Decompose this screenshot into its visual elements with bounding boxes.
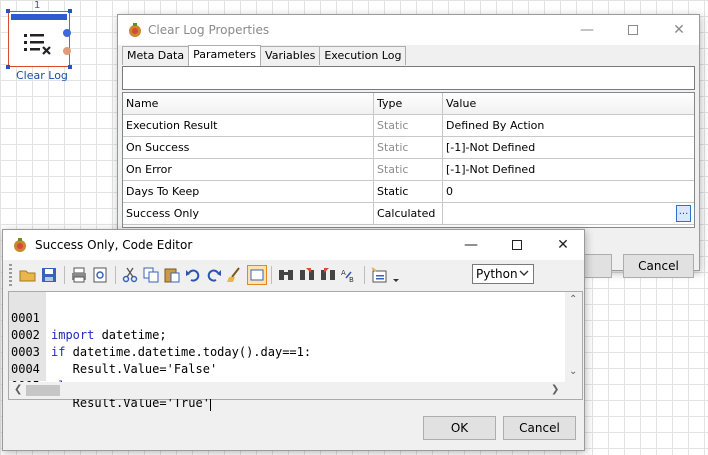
- tab-execution-log[interactable]: Execution Log: [319, 46, 407, 65]
- column-header-type[interactable]: Type: [374, 93, 443, 114]
- replace-icon[interactable]: AB: [340, 266, 358, 284]
- clear-list-icon: [24, 34, 51, 55]
- toolbar-separator: [64, 266, 65, 284]
- tab-strip: Meta Data Parameters Variables Execution…: [122, 45, 407, 66]
- ok-button[interactable]: OK: [423, 416, 496, 440]
- param-value[interactable]: 0: [443, 181, 694, 202]
- param-type: Static: [374, 115, 443, 136]
- find-next-icon[interactable]: [298, 266, 316, 284]
- editor-cancel-button[interactable]: Cancel: [503, 416, 576, 440]
- paste-icon[interactable]: [163, 266, 181, 284]
- cut-icon[interactable]: [121, 266, 139, 284]
- param-name: On Success: [123, 137, 374, 158]
- close-button[interactable]: ✕: [540, 230, 586, 260]
- param-value[interactable]: [-1]-Not Defined: [443, 137, 694, 158]
- properties-cancel-button[interactable]: Cancel: [623, 254, 694, 278]
- open-folder-icon[interactable]: [19, 266, 37, 284]
- param-value[interactable]: [443, 203, 694, 224]
- save-icon[interactable]: [40, 266, 58, 284]
- resize-handle-bl[interactable]: [6, 65, 10, 69]
- code-line[interactable]: 0001 import datetime;: [9, 293, 564, 342]
- minimize-button[interactable]: —: [448, 230, 494, 260]
- toolbar-separator: [271, 266, 272, 284]
- node-header-bar: [11, 14, 67, 20]
- table-row[interactable]: Execution Result Static Defined By Actio…: [123, 115, 694, 137]
- param-name: Execution Result: [123, 115, 374, 136]
- svg-text:B: B: [349, 276, 354, 284]
- undo-icon[interactable]: [184, 266, 202, 284]
- parameters-grid: Name Type Value Execution Result Static …: [122, 92, 695, 228]
- tab-meta-data[interactable]: Meta Data: [122, 46, 190, 65]
- more-icon[interactable]: [391, 266, 401, 284]
- horizontal-scroll-thumb[interactable]: [26, 385, 60, 396]
- resize-handle-tl[interactable]: [6, 9, 10, 13]
- node-label: Clear Log: [16, 69, 68, 82]
- column-header-value[interactable]: Value: [443, 93, 694, 114]
- param-type: Static: [374, 181, 443, 202]
- table-row[interactable]: On Error Static [-1]-Not Defined: [123, 159, 694, 181]
- tab-parameters[interactable]: Parameters: [188, 45, 262, 66]
- vertical-scrollbar[interactable]: ⌃ ⌄: [565, 292, 582, 382]
- clear-log-node[interactable]: [8, 11, 71, 67]
- table-row[interactable]: Days To Keep Static 0: [123, 181, 694, 203]
- param-type: Calculated: [374, 203, 443, 224]
- redo-icon[interactable]: [205, 266, 223, 284]
- param-name: Success Only: [123, 203, 374, 224]
- clear-icon[interactable]: [226, 266, 244, 284]
- app-icon: [14, 238, 26, 252]
- insert-snippet-icon[interactable]: [370, 266, 388, 284]
- tab-variables[interactable]: Variables: [260, 46, 321, 65]
- editor-titlebar[interactable]: Success Only, Code Editor — ✕: [3, 230, 584, 260]
- toolbar-grip[interactable]: [9, 264, 12, 286]
- error-connector[interactable]: [63, 47, 71, 55]
- scroll-down-icon[interactable]: ⌄: [569, 366, 577, 377]
- code-line[interactable]: 0002 if datetime.datetime.today().day==1…: [9, 310, 564, 359]
- word-wrap-icon[interactable]: [247, 265, 267, 285]
- scrollbar-corner: [565, 382, 582, 399]
- toolbar-separator: [364, 266, 365, 284]
- code-line[interactable]: 0005 Result.Value='True': [9, 361, 564, 411]
- scroll-left-icon[interactable]: ❮: [14, 384, 22, 395]
- column-header-name[interactable]: Name: [123, 93, 374, 114]
- svg-text:A: A: [341, 269, 346, 277]
- language-select[interactable]: Python: [472, 264, 534, 284]
- find-previous-icon[interactable]: [319, 266, 337, 284]
- maximize-button[interactable]: [494, 230, 540, 260]
- print-preview-icon[interactable]: [91, 266, 109, 284]
- param-value[interactable]: Defined By Action: [443, 115, 694, 136]
- find-icon[interactable]: [277, 266, 295, 284]
- code-editor[interactable]: 0001 import datetime; 0002 if datetime.d…: [8, 291, 583, 411]
- chevron-down-icon: [519, 270, 529, 276]
- scroll-up-icon[interactable]: ⌃: [569, 294, 577, 305]
- scroll-right-icon[interactable]: ❯: [551, 384, 559, 395]
- copy-icon[interactable]: [142, 266, 160, 284]
- table-row[interactable]: Success Only Calculated ...: [123, 203, 694, 225]
- grid-header: Name Type Value: [123, 93, 694, 115]
- language-select-value: Python: [476, 267, 518, 281]
- param-name: On Error: [123, 159, 374, 180]
- toolbar-separator: [115, 266, 116, 284]
- parameter-description-box[interactable]: [122, 66, 695, 90]
- code-editor-window: Success Only, Code Editor — ✕ AB Python: [2, 229, 585, 451]
- code-line[interactable]: 0004 else:: [9, 344, 564, 393]
- edit-value-button[interactable]: ...: [676, 205, 691, 222]
- param-value[interactable]: [-1]-Not Defined: [443, 159, 694, 180]
- node-number: 1: [34, 0, 41, 11]
- param-type: Static: [374, 159, 443, 180]
- resize-handle-br[interactable]: [68, 65, 72, 69]
- print-icon[interactable]: [70, 266, 88, 284]
- table-row[interactable]: On Success Static [-1]-Not Defined: [123, 137, 694, 159]
- resize-handle-tr[interactable]: [68, 9, 72, 13]
- code-line[interactable]: 0003 Result.Value='False': [9, 327, 564, 376]
- horizontal-scrollbar[interactable]: ❮ ❯: [9, 382, 565, 399]
- param-type: Static: [374, 137, 443, 158]
- editor-title: Success Only, Code Editor: [35, 238, 193, 252]
- editor-toolbar: AB Python: [9, 260, 583, 290]
- success-connector[interactable]: [63, 29, 71, 37]
- param-name: Days To Keep: [123, 181, 374, 202]
